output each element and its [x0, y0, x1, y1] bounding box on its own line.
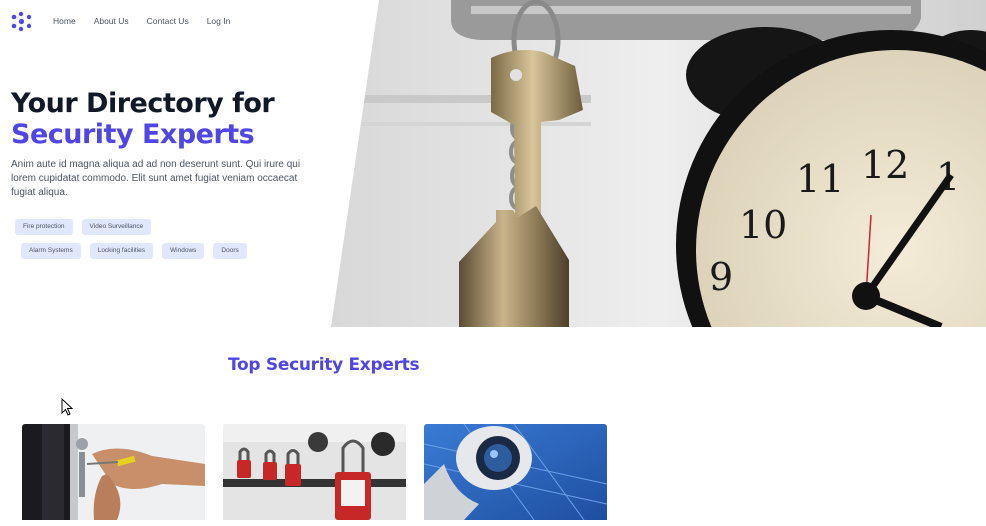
nav-home[interactable]: Home: [53, 15, 76, 27]
hero-description: Anim aute id magna aliqua ad ad non dese…: [11, 159, 301, 198]
logo[interactable]: [11, 11, 32, 32]
svg-text:9: 9: [709, 255, 733, 299]
expert-card[interactable]: [22, 424, 205, 520]
hero-title: Your Directory for Security Experts: [11, 88, 275, 150]
tag-alarm-systems[interactable]: Alarm Systems: [21, 243, 81, 259]
keys-clock-photo: 9 10 11 12 1: [331, 0, 986, 327]
safety-padlocks-photo: [223, 424, 406, 520]
section-title: Top Security Experts: [228, 355, 420, 375]
nav-about-us[interactable]: About Us: [94, 15, 129, 27]
hero-title-line1: Your Directory for: [11, 88, 275, 119]
cctv-camera-photo: [424, 424, 607, 520]
tag-video-surveillance[interactable]: Video Surveillance: [81, 219, 152, 235]
svg-text:10: 10: [739, 203, 787, 247]
mouse-cursor-icon: [61, 398, 73, 416]
dots-x-logo-icon: [11, 11, 32, 32]
expert-card[interactable]: [424, 424, 607, 520]
hero-image: 9 10 11 12 1: [331, 0, 986, 327]
svg-text:12: 12: [861, 143, 909, 187]
tag-doors[interactable]: Doors: [213, 243, 247, 259]
service-tags: Fire protection Video Surveillance Alarm…: [15, 219, 275, 267]
nav-log-in[interactable]: Log In: [207, 15, 231, 27]
tag-locking-facilities[interactable]: Locking facilities: [89, 243, 154, 259]
svg-text:11: 11: [796, 157, 844, 201]
tag-windows[interactable]: Windows: [162, 243, 205, 259]
main-nav: Home About Us Contact Us Log In: [53, 15, 248, 27]
nav-contact-us[interactable]: Contact Us: [147, 15, 189, 27]
hero-title-line2: Security Experts: [11, 119, 255, 150]
expert-card[interactable]: [223, 424, 406, 520]
tag-fire-protection[interactable]: Fire protection: [15, 219, 73, 235]
locksmith-door-lock-photo: [22, 424, 205, 520]
